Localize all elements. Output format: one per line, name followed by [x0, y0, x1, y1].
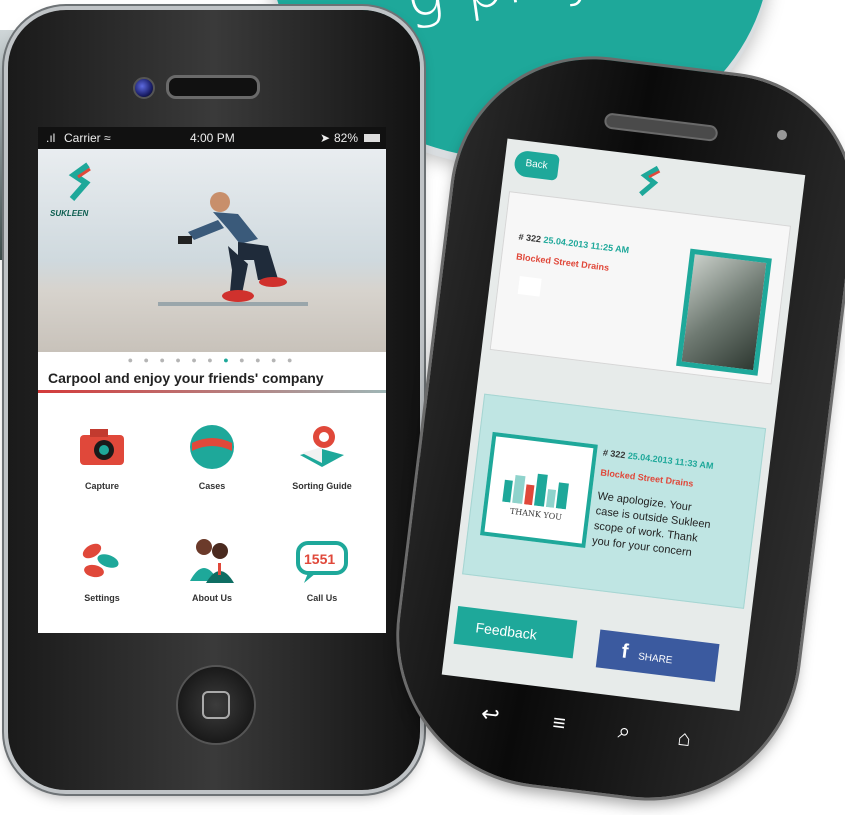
case-reply-card[interactable]: THANK YOU # 322 25.04.2013 11:33 AM Bloc…: [462, 393, 767, 609]
hero-photo: [158, 192, 308, 306]
hero-banner[interactable]: SUKLEEN: [38, 149, 386, 352]
android-speaker: [603, 112, 719, 143]
home-icon[interactable]: ⌂: [676, 725, 692, 752]
case-thumbnail-placeholder: [517, 276, 542, 297]
settings-icon: [82, 543, 119, 578]
tile-label: Settings: [84, 593, 120, 603]
facebook-icon: f: [620, 640, 630, 663]
back-icon[interactable]: ↩: [480, 701, 501, 729]
case-response: We apologize. Your case is outside Sukle…: [591, 490, 712, 560]
search-icon[interactable]: ⌕: [617, 718, 632, 745]
city-illustration-icon: [502, 473, 569, 510]
wifi-icon: ≈: [104, 131, 111, 145]
camera-icon: [80, 429, 124, 465]
front-camera: [133, 77, 155, 99]
menu-icon[interactable]: ≡: [551, 709, 567, 736]
tile-label: Call Us: [306, 593, 338, 603]
divider: [38, 390, 386, 393]
home-button[interactable]: [176, 665, 256, 745]
tile-label: Capture: [84, 481, 119, 491]
battery-percent: 82%: [334, 131, 359, 145]
earpiece-speaker: [166, 75, 260, 99]
carrier-label: Carrier: [64, 131, 101, 145]
case-title: Blocked Street Drains: [515, 251, 610, 273]
status-time: 4:00 PM: [190, 131, 235, 145]
sukleen-logo-icon: [68, 162, 91, 201]
tile-about-us[interactable]: About Us: [162, 531, 262, 626]
tile-label: Sorting Guide: [292, 481, 352, 491]
battery-icon: [364, 134, 380, 142]
signal-icon: .ıl: [46, 131, 56, 145]
case-title: Blocked Street Drains: [599, 467, 694, 489]
status-bar: .ıl Carrier ≈ 4:00 PM ➤ 82%: [38, 127, 386, 149]
about-us-icon: [190, 539, 234, 583]
case-meta: # 322 25.04.2013 11:33 AM: [602, 447, 715, 472]
tile-call-us[interactable]: 1551 Call Us: [272, 531, 372, 626]
tile-label: About Us: [192, 593, 232, 603]
tile-label: Cases: [198, 481, 226, 491]
iphone-screen: .ıl Carrier ≈ 4:00 PM ➤ 82% SUKLEEN ● ● …: [38, 127, 386, 633]
carousel-dots[interactable]: ● ● ● ● ● ● ● ● ● ● ●: [38, 355, 386, 365]
cases-icon: [190, 425, 234, 469]
home-square-icon: [202, 691, 230, 719]
share-button[interactable]: f SHARE: [595, 629, 720, 682]
case-meta: # 322 25.04.2013 11:25 AM: [518, 231, 630, 256]
android-screen: Back # 322 25.04.2013 11:25 AM Blocked S…: [441, 138, 806, 712]
location-icon: ➤: [320, 131, 331, 145]
call-us-number: 1551: [304, 551, 336, 567]
iphone-device: .ıl Carrier ≈ 4:00 PM ➤ 82% SUKLEEN ● ● …: [8, 10, 420, 790]
tile-settings[interactable]: Settings: [52, 531, 152, 626]
tile-cases[interactable]: Cases: [162, 419, 262, 514]
case-card[interactable]: # 322 25.04.2013 11:25 AM Blocked Street…: [489, 191, 792, 385]
promo-text: g play: [401, 0, 603, 32]
tile-capture[interactable]: Capture: [52, 419, 152, 514]
tile-sorting-guide[interactable]: Sorting Guide: [272, 419, 372, 514]
android-device: Back # 322 25.04.2013 11:25 AM Blocked S…: [382, 43, 845, 815]
sorting-guide-icon: [300, 426, 344, 467]
case-photo[interactable]: [676, 248, 772, 376]
share-label: SHARE: [637, 651, 673, 667]
thank-you-image: THANK YOU: [479, 431, 598, 549]
logo-wordmark: SUKLEEN: [50, 209, 89, 218]
hero-caption: Carpool and enjoy your friends' company: [48, 370, 324, 386]
feedback-button[interactable]: Feedback: [453, 605, 578, 659]
android-camera: [776, 129, 788, 141]
back-button[interactable]: Back: [513, 149, 560, 181]
sukleen-logo-icon: [639, 165, 661, 197]
